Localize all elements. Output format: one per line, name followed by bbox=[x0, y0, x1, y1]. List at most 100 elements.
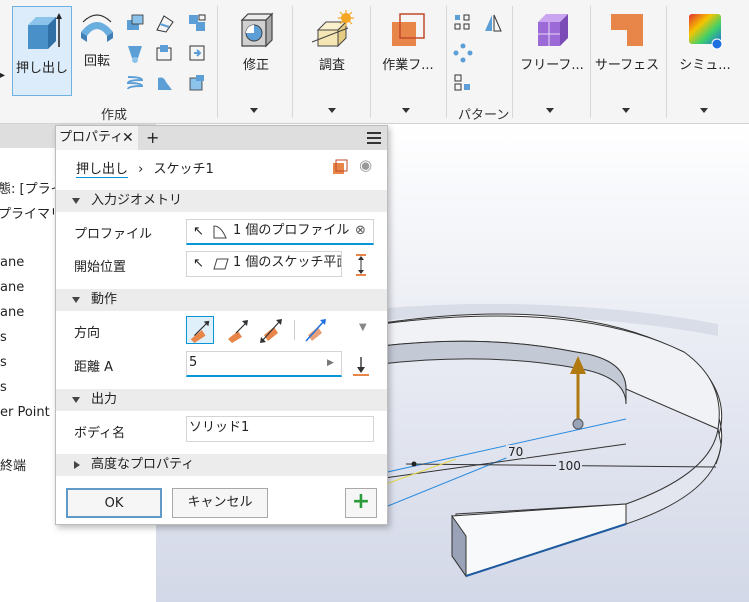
section-input-geometry[interactable]: 入力ジオメトリ bbox=[56, 190, 387, 212]
rib-icon[interactable] bbox=[124, 42, 146, 64]
breadcrumb-sketch: スケッチ1 bbox=[153, 162, 214, 177]
section-advanced-label: 高度なプロパティ bbox=[91, 457, 195, 472]
direction-symmetric-icon[interactable] bbox=[258, 317, 284, 343]
ring-top bbox=[380, 315, 720, 430]
section-advanced[interactable]: 高度なプロパティ bbox=[56, 454, 387, 476]
apply-button[interactable]: + bbox=[345, 488, 377, 518]
freeform-button[interactable]: フリーフ... bbox=[518, 10, 586, 73]
circular-pattern-icon[interactable] bbox=[452, 42, 474, 64]
direction-flip-icon[interactable] bbox=[224, 317, 250, 343]
properties-panel: プロパティ ✕ + 押し出し › スケッチ1 ◉ 入力ジオメトリ プロファイル … bbox=[55, 125, 388, 525]
surface-icon bbox=[611, 14, 643, 46]
add-tab-icon[interactable]: + bbox=[146, 126, 159, 150]
plus-icon: + bbox=[351, 489, 371, 514]
loft-icon[interactable] bbox=[154, 12, 176, 34]
browser-item[interactable]: s bbox=[0, 355, 7, 370]
modify-icon bbox=[240, 12, 274, 48]
modify-label: 修正 bbox=[242, 58, 269, 73]
chevron-down-icon[interactable]: ▼ bbox=[359, 322, 367, 333]
profile-label: プロファイル bbox=[74, 227, 153, 242]
properties-tab-label: プロパティ bbox=[59, 130, 124, 145]
direction-asymmetric-icon[interactable] bbox=[302, 317, 328, 343]
unwrap-icon[interactable] bbox=[154, 72, 176, 94]
body-name-label: ボディ名 bbox=[74, 426, 126, 441]
section-output[interactable]: 出力 bbox=[56, 389, 387, 411]
clear-selection-icon[interactable]: ⊗ bbox=[355, 220, 366, 242]
profile-value: 1 個のプロファイル bbox=[233, 223, 350, 238]
surface-button[interactable]: サーフェス bbox=[594, 10, 660, 73]
browser-item[interactable]: er Point bbox=[0, 405, 50, 420]
direction-default-icon[interactable] bbox=[186, 316, 214, 344]
freeform-dropdown-icon[interactable] bbox=[546, 108, 554, 113]
sweep-icon[interactable] bbox=[124, 12, 146, 34]
extrude-button[interactable]: 押し出し bbox=[12, 6, 72, 96]
menu-icon[interactable] bbox=[367, 132, 381, 144]
surface-dropdown-icon[interactable] bbox=[622, 108, 630, 113]
browser-item[interactable]: ane bbox=[0, 305, 24, 320]
dimension-100: 100 bbox=[558, 459, 581, 473]
inspect-button[interactable]: 調査 bbox=[302, 10, 362, 73]
section-behavior[interactable]: 動作 bbox=[56, 289, 387, 311]
properties-tab[interactable]: プロパティ ✕ bbox=[56, 126, 138, 150]
work-plane-icon bbox=[392, 13, 425, 46]
sketch-line bbox=[355, 418, 627, 480]
select-cursor-icon: ↖ bbox=[193, 256, 204, 271]
emboss-icon[interactable] bbox=[154, 42, 176, 64]
modify-dropdown-icon[interactable] bbox=[250, 108, 258, 113]
select-cursor-icon: ↖ bbox=[193, 224, 204, 239]
close-icon[interactable]: ✕ bbox=[122, 126, 134, 150]
coil-icon[interactable] bbox=[186, 12, 208, 34]
ok-button[interactable]: OK bbox=[66, 488, 162, 518]
section-input-geometry-label: 入力ジオメトリ bbox=[91, 193, 183, 208]
breadcrumb-extrude-link[interactable]: 押し出し bbox=[76, 162, 129, 178]
distance-value: 5 bbox=[189, 355, 198, 370]
create-group-title: 作成 bbox=[101, 108, 128, 123]
work-features-dropdown-icon[interactable] bbox=[402, 108, 410, 113]
breadcrumb: 押し出し › スケッチ1 bbox=[76, 158, 214, 178]
sketch-pattern-icon[interactable] bbox=[452, 72, 474, 94]
distance-input[interactable]: 5 ▶ bbox=[186, 351, 342, 377]
browser-item[interactable]: ane bbox=[0, 255, 24, 270]
browser-item[interactable]: s bbox=[0, 380, 7, 395]
offset-icon[interactable] bbox=[354, 254, 368, 276]
breadcrumb-separator-icon: › bbox=[138, 162, 144, 177]
mirror-icon[interactable] bbox=[482, 12, 504, 34]
extrude-icon bbox=[28, 13, 62, 49]
inspect-dropdown-icon[interactable] bbox=[328, 108, 336, 113]
simulation-label: シミュ... bbox=[679, 58, 731, 73]
browser-item[interactable]: 終端 bbox=[0, 455, 26, 474]
body-name-value: ソリッド1 bbox=[189, 420, 250, 435]
inspect-label: 調査 bbox=[318, 58, 345, 73]
rect-pattern-icon[interactable] bbox=[452, 12, 474, 34]
spring-icon[interactable] bbox=[124, 72, 146, 94]
panel-tab-bar: プロパティ ✕ + bbox=[56, 126, 387, 150]
visibility-eye-icon[interactable]: ◉ bbox=[359, 156, 372, 174]
body-name-input[interactable]: ソリッド1 bbox=[186, 416, 374, 442]
dimension-line bbox=[355, 443, 627, 483]
browser-item[interactable]: s bbox=[0, 330, 7, 345]
freeform-label: フリーフ... bbox=[520, 58, 584, 73]
ring-end-cap bbox=[451, 503, 627, 577]
simulation-dropdown-icon[interactable] bbox=[700, 108, 708, 113]
distance-label: 距離 A bbox=[74, 360, 114, 375]
import-icon[interactable] bbox=[186, 72, 208, 94]
start-label: 開始位置 bbox=[74, 260, 127, 275]
flip-distance-icon[interactable] bbox=[352, 355, 370, 377]
dimension-70: 70 bbox=[508, 445, 523, 459]
cancel-button[interactable]: キャンセル bbox=[172, 488, 268, 518]
revolve-label: 回転 bbox=[83, 54, 110, 69]
work-features-button[interactable]: 作業フ... bbox=[376, 10, 440, 73]
revolve-button[interactable]: 回転 bbox=[74, 10, 120, 69]
section-behavior-label: 動作 bbox=[91, 292, 118, 307]
section-output-label: 出力 bbox=[91, 392, 118, 407]
start-value: 1 個のスケッチ平面 bbox=[233, 255, 342, 270]
modify-button[interactable]: 修正 bbox=[228, 10, 284, 73]
profile-selector[interactable]: ↖ 1 個のプロファイル ⊗ bbox=[186, 219, 374, 245]
simulation-button[interactable]: シミュ... bbox=[672, 10, 738, 73]
distance-menu-arrow-icon[interactable]: ▶ bbox=[327, 352, 334, 374]
work-features-label: 作業フ... bbox=[382, 58, 434, 73]
start-selector[interactable]: ↖ 1 個のスケッチ平面 bbox=[186, 251, 342, 277]
derive-icon[interactable] bbox=[186, 42, 208, 64]
browser-item[interactable]: ane bbox=[0, 280, 24, 295]
extrude-label: 押し出し bbox=[15, 61, 68, 76]
